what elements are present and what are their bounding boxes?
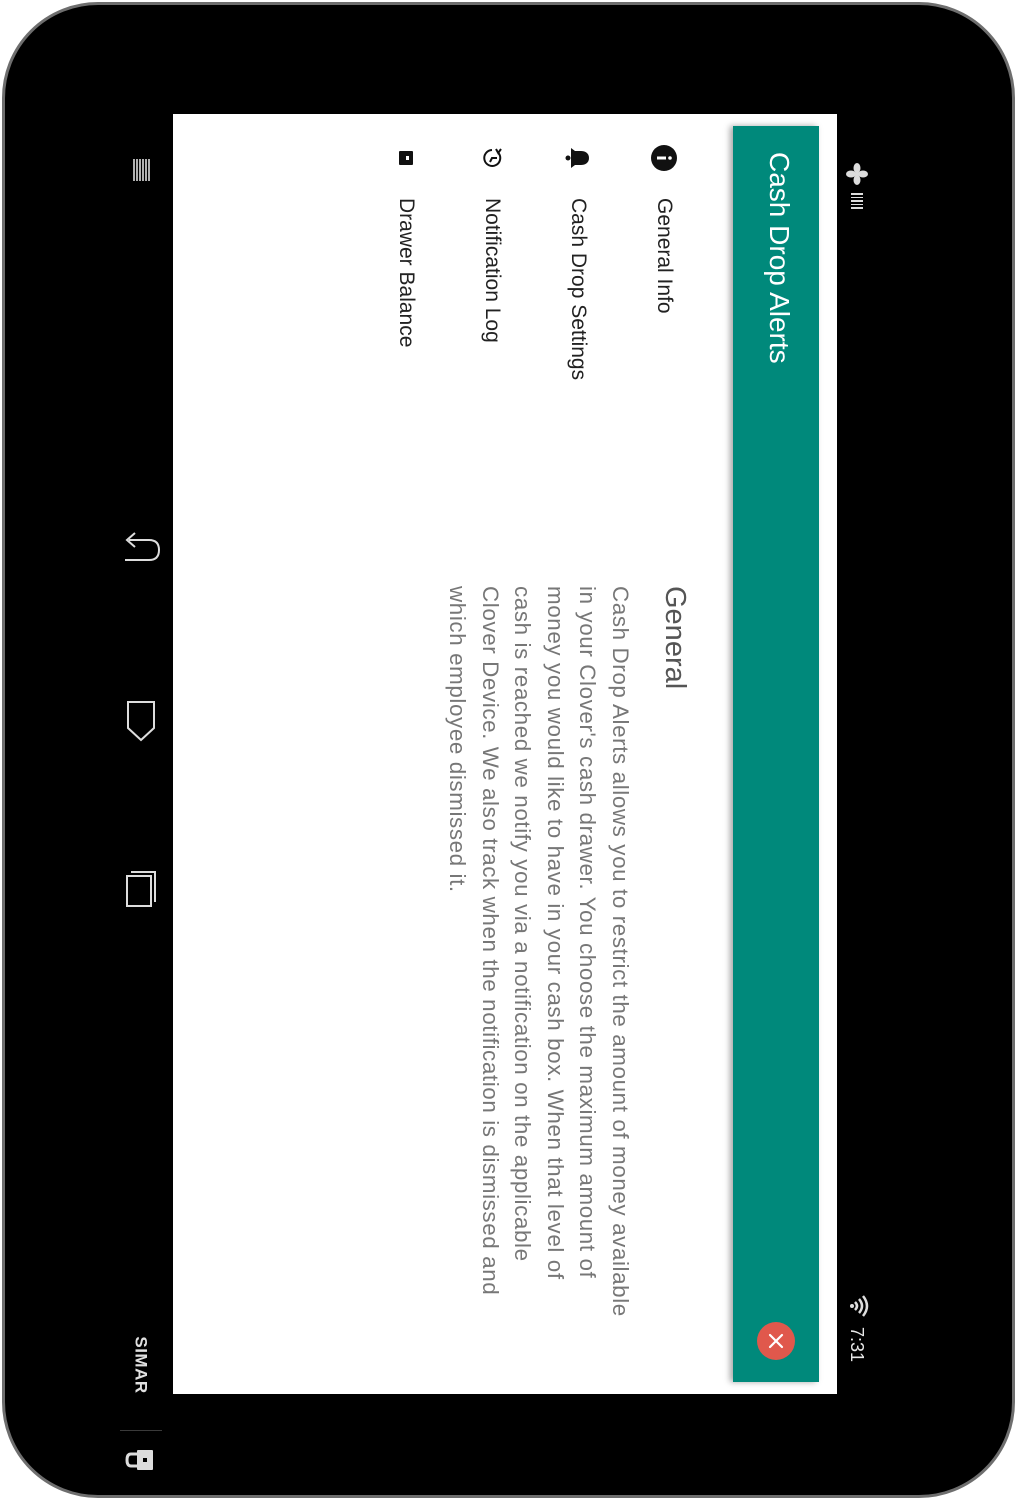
close-button[interactable] [757,1322,795,1360]
fan-icon [840,162,869,186]
wifi-icon [844,1295,869,1317]
sidebar-item-label: General Info [653,198,676,314]
app-toolbar: Cash Drop Alerts [733,126,819,1382]
lock-icon [125,1450,153,1470]
status-time: 7:31 [847,1326,867,1362]
status-bar: 7:31 [837,114,877,1394]
sidebar-item-label: Notification Log [481,198,504,343]
sidebar-item-general-info[interactable]: General Info [621,138,707,598]
system-nav-bar: SIMAR [100,116,182,1470]
sidebar-item-drawer-balance[interactable]: Drawer Balance [363,138,449,598]
nav-divider [120,1430,162,1431]
section-title: General [659,586,691,690]
menu-button[interactable] [100,146,182,194]
barcode-icon [843,192,866,210]
back-icon [125,532,161,561]
home-icon [127,701,155,742]
info-icon [644,138,684,178]
lock-button[interactable] [100,1438,182,1482]
sidebar-nav: General Info Cash Drop Settings Notifica… [363,138,707,598]
user-label: SIMAR [132,1336,151,1394]
app-content: Cash Drop Alerts General Info Cash Drop … [173,114,837,1394]
back-button[interactable] [100,520,182,580]
section-body: Cash Drop Alerts allows you to restrict … [445,586,634,1317]
sidebar-item-label: Drawer Balance [395,198,418,348]
drawer-icon [386,138,426,178]
user-button[interactable]: SIMAR [100,1330,182,1400]
close-icon [768,1333,784,1349]
history-icon [472,138,512,178]
sidebar-item-cash-drop-settings[interactable]: Cash Drop Settings [535,138,621,598]
sidebar-item-label: Cash Drop Settings [567,198,590,381]
bell-icon [558,138,598,178]
sidebar-item-notification-log[interactable]: Notification Log [449,138,535,598]
recents-icon [126,871,156,907]
toolbar-title: Cash Drop Alerts [764,152,795,364]
recents-button[interactable] [100,860,182,920]
home-button[interactable] [100,690,182,750]
content-panel: General Cash Drop Alerts allows you to r… [441,586,692,1326]
app-screen: 7:31 Cash Drop Alerts General Info Cash … [173,114,877,1394]
menu-icon [133,159,150,181]
